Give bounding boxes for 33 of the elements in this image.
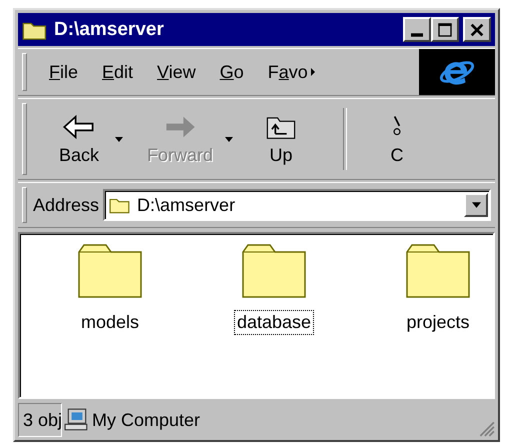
menu-item[interactable]: Edit xyxy=(102,62,134,82)
toolbar-button[interactable]: Back xyxy=(49,110,109,168)
close-button[interactable] xyxy=(463,17,491,42)
object-count: 3 obj xyxy=(18,403,62,437)
maximize-icon xyxy=(437,22,453,38)
menu-item[interactable]: Go xyxy=(220,62,244,82)
folder-icon[interactable] xyxy=(78,244,142,298)
dropdown-arrow-icon xyxy=(472,202,480,208)
menu-item[interactable]: View xyxy=(157,62,196,82)
maximize-button[interactable] xyxy=(431,17,459,42)
address-field[interactable]: D:\amserver xyxy=(103,189,491,221)
folder-icon[interactable] xyxy=(406,244,470,298)
minimize-button[interactable] xyxy=(403,17,431,42)
resize-grip-icon[interactable] xyxy=(477,419,495,437)
location-text: My Computer xyxy=(92,410,202,430)
address-text: D:\amserver xyxy=(137,194,236,216)
chevron-icon[interactable] xyxy=(310,67,316,77)
window-title: D:\amserver xyxy=(54,18,165,40)
dropdown-arrow-icon[interactable] xyxy=(115,136,123,142)
minimize-icon xyxy=(411,32,423,36)
computer-icon xyxy=(64,408,90,432)
folder-icon[interactable] xyxy=(242,244,306,298)
folder-name[interactable]: models xyxy=(78,310,142,335)
address-label: Address xyxy=(33,194,100,216)
dropdown-button[interactable] xyxy=(464,193,488,217)
toolbar-button[interactable]: C xyxy=(367,110,428,168)
menu-item[interactable]: Favo xyxy=(268,62,308,82)
close-icon xyxy=(469,22,485,38)
toolbar-button[interactable]: Up xyxy=(251,110,312,168)
menu-item[interactable]: File xyxy=(49,62,78,82)
folder-name[interactable]: database xyxy=(234,310,314,335)
back-arrow-icon xyxy=(62,112,96,140)
folder-name[interactable]: projects xyxy=(403,310,473,335)
